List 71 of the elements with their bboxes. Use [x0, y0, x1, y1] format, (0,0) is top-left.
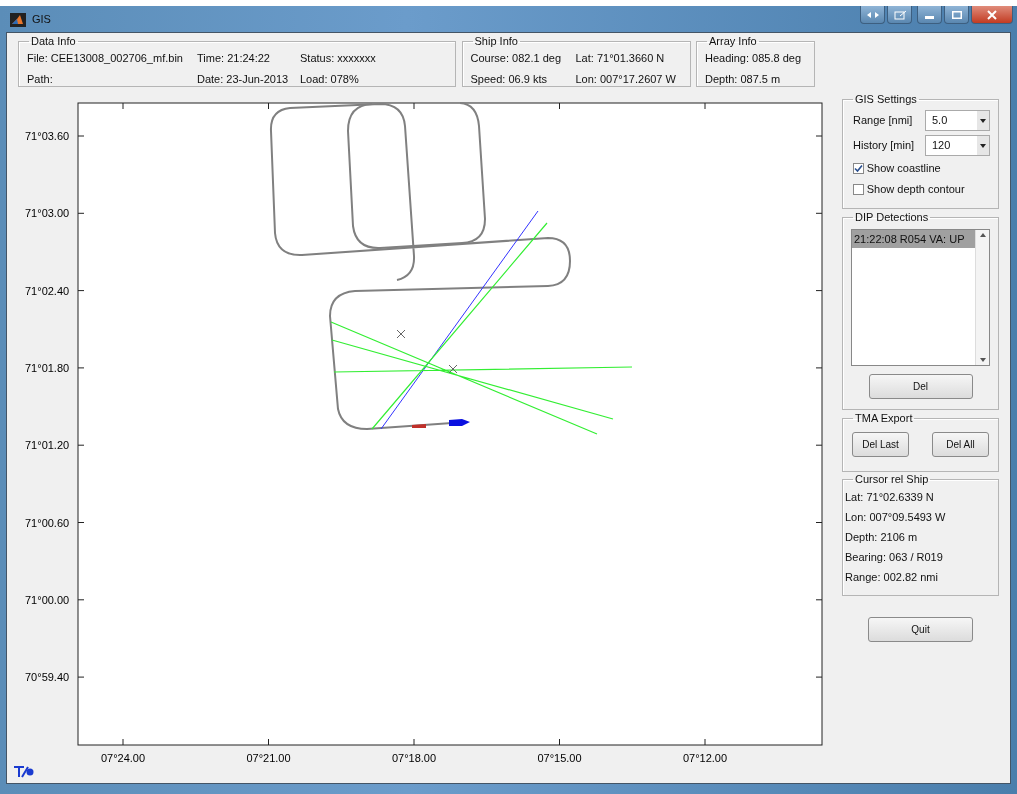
arrows-button[interactable] — [860, 6, 885, 24]
minimize-icon — [925, 16, 934, 19]
export-icon — [891, 9, 908, 20]
caret-icon — [977, 136, 989, 155]
checkbox[interactable] — [853, 163, 864, 174]
longitude-label: 07°18.00 — [391, 752, 437, 764]
maximize-button[interactable] — [944, 6, 969, 24]
info-text: Speed: 06.9 kts — [470, 72, 548, 87]
scroll-down-icon[interactable] — [979, 357, 986, 362]
latitude-label: 71°00.00 — [25, 593, 70, 606]
group-title: DIP Detections — [854, 211, 930, 223]
info-text: Course: 082.1 deg — [470, 51, 562, 66]
latitude-label: 71°00.60 — [25, 516, 70, 529]
export-button[interactable] — [887, 6, 912, 24]
group-title: GIS Settings — [854, 94, 918, 105]
ship-marker — [449, 419, 470, 426]
info-text: Bearing: 063 / R019 — [845, 550, 944, 566]
cross-marker — [448, 364, 458, 374]
window-title: GIS — [32, 11, 51, 27]
info-text: Lon: 007°17.2607 W — [575, 72, 677, 87]
latitude-label: 71°03.00 — [25, 207, 70, 220]
info-text: Depth: 087.5 m — [705, 72, 782, 87]
info-text: Date: 23-Jun-2013 — [197, 72, 290, 87]
checkbox[interactable] — [853, 184, 864, 195]
info-text: Status: xxxxxxx — [300, 51, 377, 66]
info-text: Load: 078% — [300, 72, 360, 87]
info-text: Time: 21:24:22 — [197, 51, 271, 66]
scroll-up-icon[interactable] — [979, 232, 986, 237]
list-item[interactable]: 21:22:08 R054 VA: UP — [852, 229, 975, 249]
info-text: Depth: 2106 m — [845, 530, 919, 546]
logo-icon — [13, 766, 34, 778]
app-icon — [10, 12, 26, 27]
latitude-label: 70°59.40 — [25, 671, 70, 684]
info-text: Heading: 085.8 deg — [705, 51, 803, 66]
longitude-label: 07°21.00 — [246, 752, 291, 764]
cross-marker — [396, 329, 406, 339]
longitude-label: 07°24.00 — [100, 752, 146, 764]
checkbox-label: Show coastline — [866, 161, 941, 176]
close-button[interactable] — [971, 6, 1013, 24]
longitude-label: 07°12.00 — [682, 752, 728, 764]
info-text: Range: 002.82 nmi — [845, 570, 939, 586]
field-label: History [min] — [853, 138, 915, 153]
quit-button[interactable]: Quit — [868, 617, 973, 642]
checkbox-label: Show depth contour — [866, 182, 965, 197]
info-text: File: CEE13008_002706_mf.bin — [27, 51, 184, 66]
group-title: Array Info — [708, 36, 758, 47]
group-title: Cursor rel Ship — [854, 474, 930, 486]
caret-icon — [977, 111, 989, 130]
info-text: Lon: 007°09.5493 W — [845, 510, 947, 526]
info-text: Lat: 71°01.3660 N — [575, 51, 666, 66]
close-icon — [987, 9, 997, 20]
array-marker — [412, 424, 426, 428]
delete-button[interactable]: Del — [868, 373, 973, 399]
info-text: Lat: 71°02.6339 N — [845, 490, 935, 506]
latitude-label: 71°03.60 — [25, 130, 70, 142]
latitude-label: 71°01.80 — [25, 361, 70, 374]
export-action-button[interactable]: Del Last — [852, 431, 909, 457]
longitude-label: 07°15.00 — [537, 752, 582, 764]
maximize-icon — [951, 10, 962, 19]
latitude-label: 71°02.40 — [25, 284, 70, 297]
group-title: Data Info — [30, 36, 77, 47]
scrollbar[interactable] — [975, 229, 989, 365]
group-title: Ship Info — [473, 36, 519, 47]
group-title: TMA Export — [854, 412, 914, 424]
latitude-label: 71°01.20 — [25, 439, 70, 452]
minimize-button[interactable] — [917, 6, 942, 24]
field-label: Range [nmi] — [853, 113, 913, 128]
info-text: Path: — [27, 72, 54, 87]
export-action-button[interactable]: Del All — [932, 431, 989, 457]
dropdown[interactable]: 5.0 — [925, 110, 990, 131]
dropdown[interactable]: 120 — [925, 135, 990, 156]
